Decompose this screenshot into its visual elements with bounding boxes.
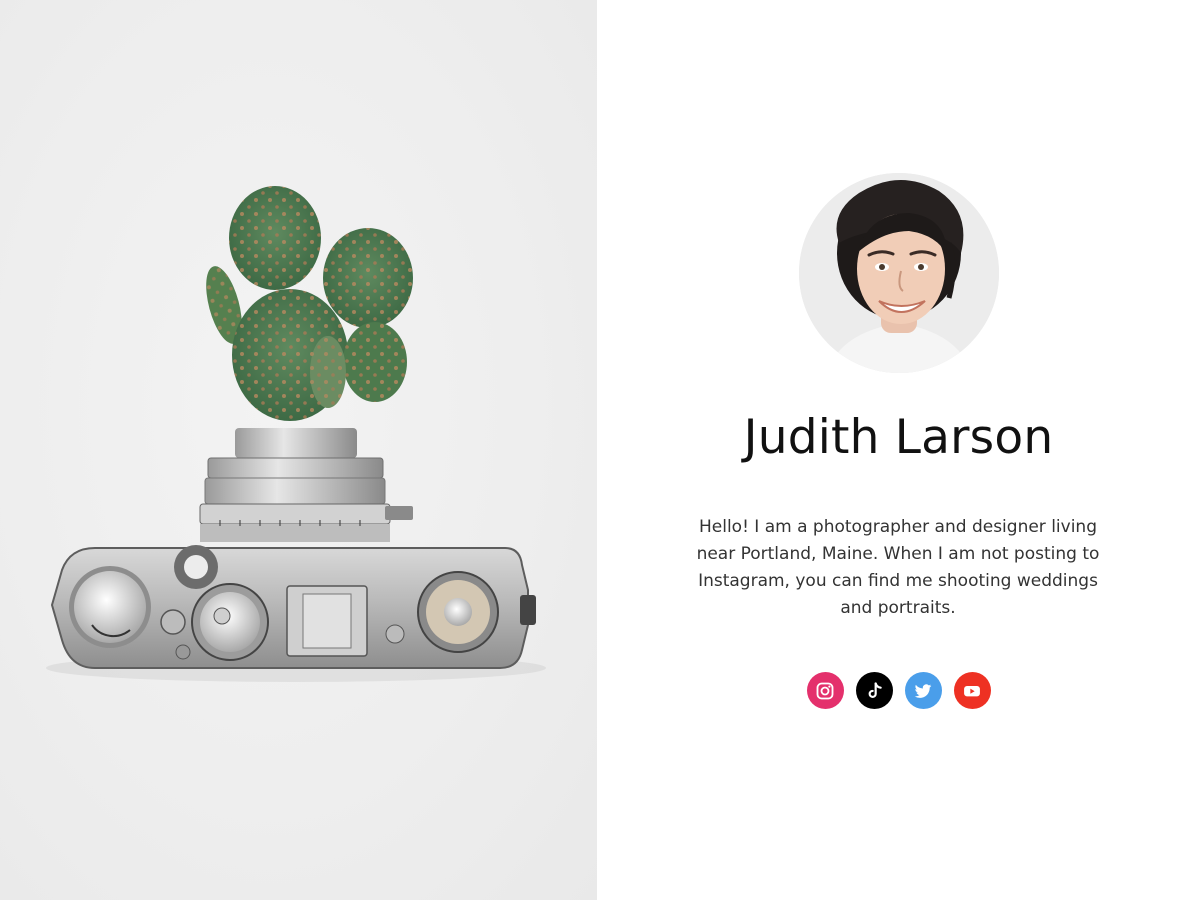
- profile-bio: Hello! I am a photographer and designer …: [696, 517, 1100, 618]
- camera-body: [50, 545, 536, 669]
- instagram-link[interactable]: [806, 672, 844, 709]
- profile-section: Judith Larson Hello! I am a photographer…: [597, 0, 1200, 900]
- tiktok-link[interactable]: [855, 672, 893, 709]
- camera-cactus-illustration: [46, 186, 546, 682]
- youtube-icon: [964, 685, 980, 696]
- lens: [199, 428, 413, 542]
- page: Judith Larson Hello! I am a photographer…: [0, 0, 1200, 900]
- tiktok-icon: [868, 681, 882, 698]
- twitter-icon: [914, 683, 932, 698]
- instagram-icon: [816, 682, 834, 699]
- portrait-photo: [799, 173, 999, 373]
- hero-image: [0, 0, 597, 900]
- twitter-link[interactable]: [904, 672, 942, 709]
- social-links: [597, 672, 1200, 709]
- cactus: [206, 186, 413, 421]
- profile-name: Judith Larson: [743, 410, 1054, 465]
- avatar: [799, 173, 999, 373]
- youtube-link[interactable]: [953, 672, 991, 709]
